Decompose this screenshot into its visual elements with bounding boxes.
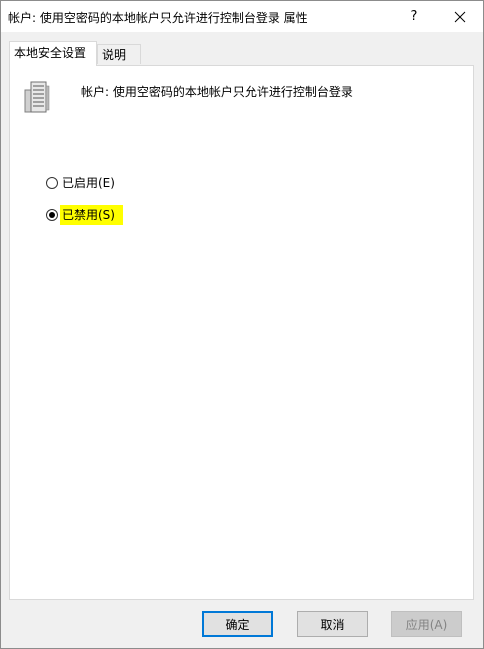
tab-explain[interactable]: 说明 xyxy=(97,44,141,64)
apply-button[interactable]: 应用(A) xyxy=(391,611,462,637)
cancel-button[interactable]: 取消 xyxy=(297,611,368,637)
disabled-option[interactable]: 已禁用(S) xyxy=(46,205,123,225)
close-icon xyxy=(454,11,466,22)
title-bar: 帐户: 使用空密码的本地帐户只允许进行控制台登录 属性 ? xyxy=(1,1,483,32)
tab-local-security-setting[interactable]: 本地安全设置 xyxy=(9,41,97,66)
disabled-label: 已禁用(S) xyxy=(60,205,123,225)
tab-panel: 帐户: 使用空密码的本地帐户只允许进行控制台登录 已启用(E) 已禁用(S) xyxy=(9,65,474,600)
server-computer-icon xyxy=(24,81,50,113)
enabled-radio[interactable] xyxy=(46,177,58,189)
help-icon: ? xyxy=(410,9,418,24)
help-button[interactable]: ? xyxy=(391,1,437,32)
enabled-option[interactable]: 已启用(E) xyxy=(46,174,117,192)
close-button[interactable] xyxy=(437,1,483,32)
enabled-label: 已启用(E) xyxy=(62,176,115,190)
disabled-radio[interactable] xyxy=(46,209,58,221)
policy-title: 帐户: 使用空密码的本地帐户只允许进行控制台登录 xyxy=(81,85,353,99)
properties-dialog: 帐户: 使用空密码的本地帐户只允许进行控制台登录 属性 ? 本地安全设置 说明 … xyxy=(0,0,484,649)
window-title: 帐户: 使用空密码的本地帐户只允许进行控制台登录 属性 xyxy=(8,11,308,25)
ok-button[interactable]: 确定 xyxy=(202,611,273,637)
